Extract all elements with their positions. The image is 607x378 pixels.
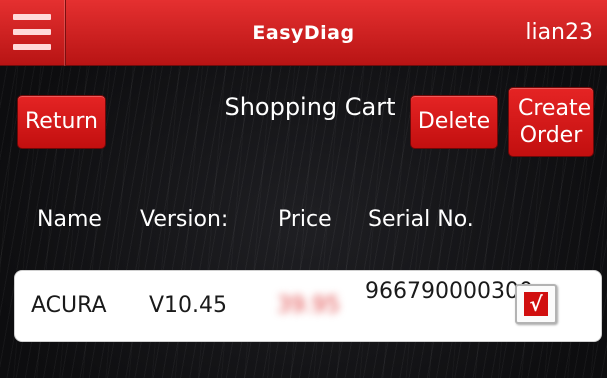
item-price: 39.95: [277, 293, 340, 318]
menu-bar-line: [13, 44, 51, 50]
select-checkbox[interactable]: √: [515, 284, 557, 324]
item-name: ACURA: [31, 293, 107, 318]
header-bar: EasyDiag lian23: [0, 0, 607, 66]
delete-button[interactable]: Delete: [410, 95, 498, 149]
checkmark-icon: √: [524, 292, 548, 316]
create-order-label: Create Order: [518, 95, 592, 149]
column-header-version: Version:: [140, 207, 229, 232]
page-title: Shopping Cart: [224, 93, 396, 121]
item-serial: 966790000300: [365, 279, 533, 304]
create-order-button[interactable]: Create Order: [508, 87, 594, 157]
column-header-name: Name: [37, 207, 102, 232]
column-header-serial: Serial No.: [368, 207, 474, 232]
item-version: V10.45: [149, 293, 228, 318]
menu-bar-line: [13, 14, 51, 20]
column-header-price: Price: [278, 207, 332, 232]
user-name[interactable]: lian23: [525, 20, 593, 45]
cart-item-row[interactable]: ACURA V10.45 39.95 966790000300 √: [14, 270, 602, 342]
return-button[interactable]: Return: [17, 95, 106, 149]
app-title: EasyDiag: [252, 22, 355, 44]
